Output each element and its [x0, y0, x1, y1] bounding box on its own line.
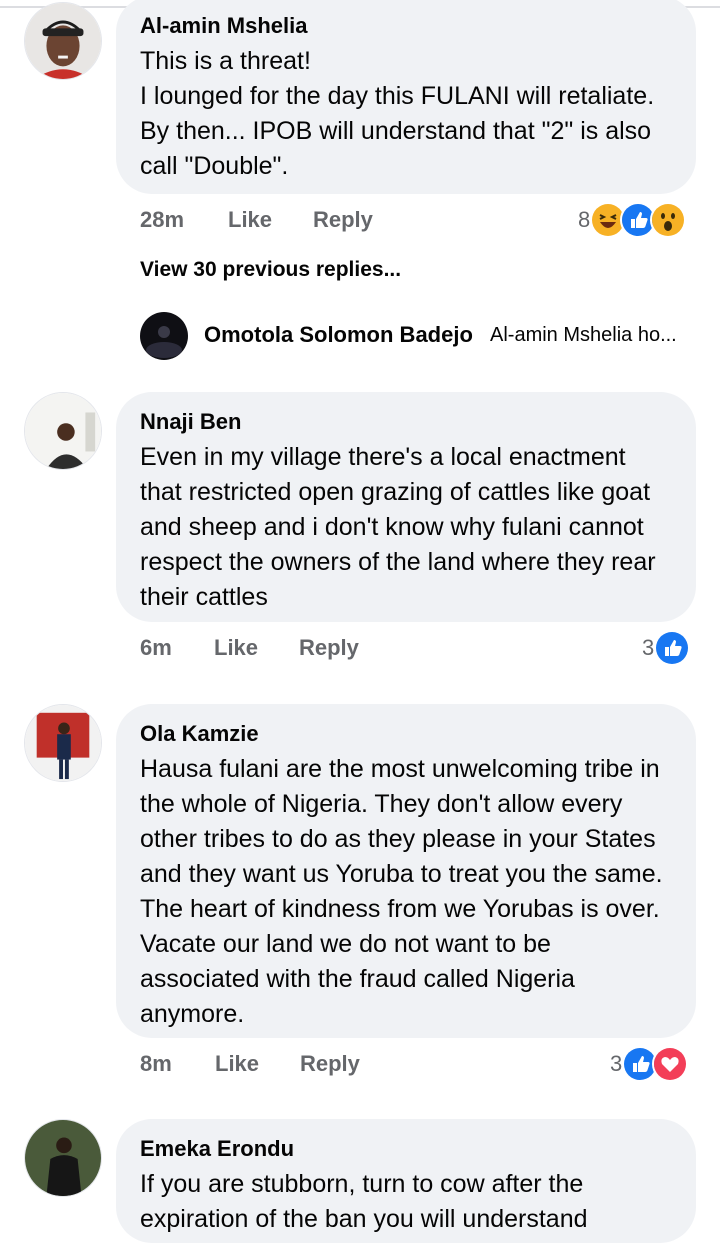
wow-icon [650, 202, 687, 238]
like-button[interactable]: Like [215, 1047, 259, 1081]
avatar[interactable] [24, 392, 102, 470]
avatar[interactable] [24, 704, 102, 782]
profile-photo-icon [25, 1120, 101, 1196]
comment-bubble: Nnaji Ben Even in my village there's a l… [116, 392, 696, 622]
comment-time[interactable]: 6m [140, 631, 172, 665]
profile-photo-icon [140, 312, 188, 360]
view-previous-replies-link[interactable]: View 30 previous replies... [140, 258, 401, 282]
reaction-count: 8 [578, 207, 591, 232]
comment-author[interactable]: Emeka Erondu [140, 1135, 672, 1163]
comment-bubble: Al-amin Mshelia This is a threat! I loun… [116, 0, 696, 194]
like-button[interactable]: Like [228, 203, 272, 237]
reply-text: Al-amin Mshelia ho... [490, 324, 677, 346]
reply-author[interactable]: Omotola Solomon Badejo [204, 322, 473, 348]
reaction-summary[interactable]: 3 [610, 1046, 689, 1082]
reaction-count: 3 [642, 635, 655, 660]
like-button[interactable]: Like [214, 631, 258, 665]
avatar[interactable] [24, 1119, 102, 1197]
reply-button[interactable]: Reply [299, 631, 359, 665]
comment-text: Even in my village there's a local enact… [140, 443, 656, 611]
comment-text: If you are stubborn, turn to cow after t… [140, 1170, 588, 1233]
like-icon [654, 630, 691, 666]
comment-bubble: Emeka Erondu If you are stubborn, turn t… [116, 1119, 696, 1243]
comment-author[interactable]: Al-amin Mshelia [140, 12, 672, 40]
profile-photo-icon [25, 705, 101, 781]
reaction-summary[interactable]: 3 [642, 630, 691, 666]
reaction-summary[interactable]: 8 [578, 202, 687, 238]
profile-photo-icon [25, 3, 101, 79]
comment-text: Hausa fulani are the most unwelcoming tr… [140, 755, 663, 1028]
avatar[interactable] [24, 2, 102, 80]
profile-photo-icon [25, 393, 101, 469]
reaction-count: 3 [610, 1051, 623, 1076]
latest-reply-preview[interactable]: Omotola Solomon Badejo Al-amin Mshelia h… [140, 312, 700, 360]
reply-button[interactable]: Reply [313, 203, 373, 237]
comment-author[interactable]: Nnaji Ben [140, 408, 672, 436]
comment-time[interactable]: 28m [140, 203, 184, 237]
comment-bubble: Ola Kamzie Hausa fulani are the most unw… [116, 704, 696, 1038]
comment-text: This is a threat! I lounged for the day … [140, 47, 655, 180]
comment-actions: 6m Like Reply [140, 631, 700, 665]
comment-author[interactable]: Ola Kamzie [140, 720, 672, 748]
love-icon [652, 1046, 689, 1082]
comment-time[interactable]: 8m [140, 1047, 172, 1081]
reply-button[interactable]: Reply [300, 1047, 360, 1081]
reply-avatar[interactable] [140, 312, 188, 360]
